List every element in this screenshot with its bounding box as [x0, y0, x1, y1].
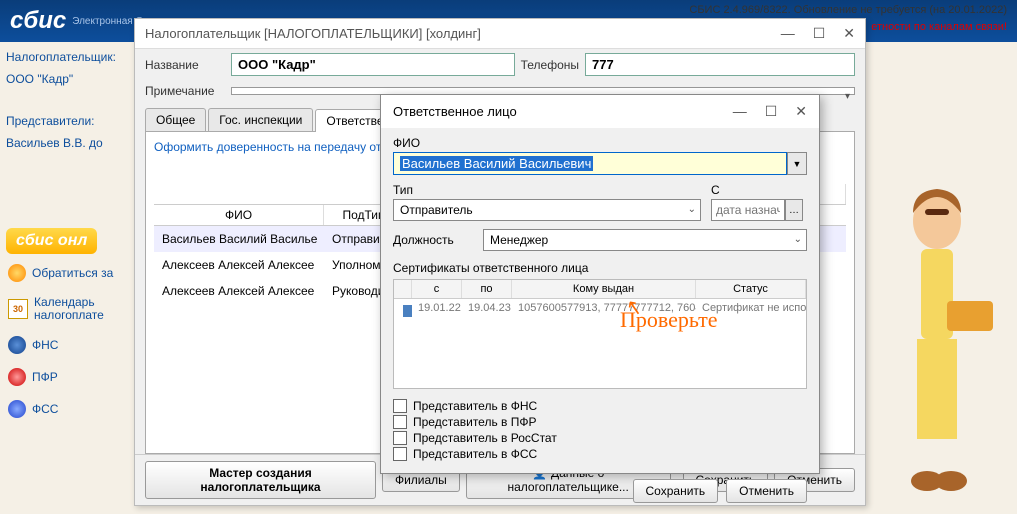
contact-label: Обратиться за — [32, 266, 113, 280]
certificates-table: с по Кому выдан Статус 19.01.22 19.04.23… — [393, 279, 807, 389]
assistant-illustration — [877, 171, 997, 511]
status-text: СБИС 2.4.969/8322. Обновление не требует… — [689, 4, 1007, 16]
tab-general[interactable]: Общее — [145, 108, 206, 131]
cert-col-to: по — [462, 280, 512, 298]
note-label: Примечание — [145, 84, 225, 98]
dialog-title: Ответственное лицо — [393, 104, 517, 119]
fns-button[interactable]: ФНС — [6, 332, 124, 358]
pfr-button[interactable]: ПФР — [6, 364, 124, 390]
maximize-icon[interactable]: ☐ — [813, 25, 826, 42]
cert-col-status: Статус — [696, 280, 806, 298]
cert-col-from: с — [412, 280, 462, 298]
name-label: Название — [145, 58, 225, 72]
certificates-label: Сертификаты ответственного лица — [393, 261, 807, 275]
from-date-label: С — [711, 183, 807, 197]
sbis-online-logo[interactable]: сбис онл — [6, 228, 97, 254]
tab-gov[interactable]: Гос. инспекции — [208, 108, 313, 131]
type-select[interactable]: Отправитель⌄ — [393, 199, 701, 221]
sidebar: Налогоплательщик: ООО "Кадр" Представите… — [0, 42, 130, 511]
sidebar-label-taxpayer: Налогоплательщик: — [6, 50, 124, 64]
floppy-icon — [403, 305, 412, 317]
position-label: Должность — [393, 229, 473, 249]
app-logo: сбис — [10, 7, 66, 35]
check-rosstat[interactable] — [393, 431, 407, 445]
responsible-person-dialog: Ответственное лицо — ☐ ✕ ФИО Васильев Ва… — [380, 94, 820, 474]
cert-col-who: Кому выдан — [512, 280, 696, 298]
tel-label: Телефоны — [521, 58, 579, 72]
dialog-minimize-icon[interactable]: — — [733, 103, 747, 120]
chevron-down-icon: ⌄ — [794, 234, 802, 245]
chevron-down-icon: ⌄ — [688, 204, 696, 215]
certificate-row[interactable]: 19.01.22 19.04.23 1057600577913, 7777777… — [394, 299, 806, 326]
status-warning: етности по каналам связи! — [871, 21, 1007, 33]
fio-label: ФИО — [393, 136, 807, 150]
sidebar-label-reps: Представители: — [6, 114, 124, 128]
dialog-close-icon[interactable]: ✕ — [795, 103, 807, 120]
window-titlebar: Налогоплательщик [НАЛОГОПЛАТЕЛЬЩИКИ] [хо… — [135, 19, 865, 49]
window-title: Налогоплательщик [НАЛОГОПЛАТЕЛЬЩИКИ] [хо… — [145, 26, 481, 41]
dialog-cancel-button[interactable]: Отменить — [726, 479, 807, 503]
pfr-label: ПФР — [32, 370, 58, 384]
fss-label: ФСС — [32, 402, 58, 416]
col-fio: ФИО — [154, 205, 324, 225]
fns-icon — [8, 336, 26, 354]
check-fss[interactable] — [393, 447, 407, 461]
tel-input[interactable] — [585, 53, 855, 76]
sidebar-org[interactable]: ООО "Кадр" — [6, 72, 124, 86]
date-picker-button[interactable]: … — [785, 199, 803, 221]
close-icon[interactable]: ✕ — [843, 25, 855, 42]
minimize-icon[interactable]: — — [781, 25, 795, 42]
dialog-maximize-icon[interactable]: ☐ — [765, 103, 778, 120]
calendar-button[interactable]: 30 Календарь налогоплате — [6, 292, 124, 326]
fss-button[interactable]: ФСС — [6, 396, 124, 422]
representative-checklist: Представитель в ФНС Представитель в ПФР … — [393, 399, 807, 463]
calendar-icon: 30 — [8, 299, 28, 319]
fio-input[interactable]: Васильев Василий Васильевич — [393, 152, 787, 175]
fns-label: ФНС — [32, 338, 58, 352]
position-select[interactable]: Менеджер⌄ — [483, 229, 807, 251]
calendar-label: Календарь налогоплате — [34, 296, 104, 322]
contact-icon — [8, 264, 26, 282]
chevron-down-icon: ▾ — [845, 91, 850, 102]
master-button[interactable]: Мастер создания налогоплательщика — [145, 461, 376, 499]
fss-icon — [8, 400, 26, 418]
contact-button[interactable]: Обратиться за — [6, 260, 124, 286]
check-fns[interactable] — [393, 399, 407, 413]
type-label: Тип — [393, 183, 701, 197]
sidebar-rep[interactable]: Васильев В.В. до — [6, 136, 124, 150]
from-date-input[interactable] — [711, 199, 785, 221]
check-pfr[interactable] — [393, 415, 407, 429]
fio-dropdown-button[interactable]: ▼ — [787, 152, 807, 175]
power-of-attorney-link[interactable]: Оформить доверенность на передачу отчетн — [154, 140, 406, 154]
pfr-icon — [8, 368, 26, 386]
dialog-save-button[interactable]: Сохранить — [633, 479, 719, 503]
dialog-titlebar: Ответственное лицо — ☐ ✕ — [381, 95, 819, 128]
name-input[interactable] — [231, 53, 515, 76]
